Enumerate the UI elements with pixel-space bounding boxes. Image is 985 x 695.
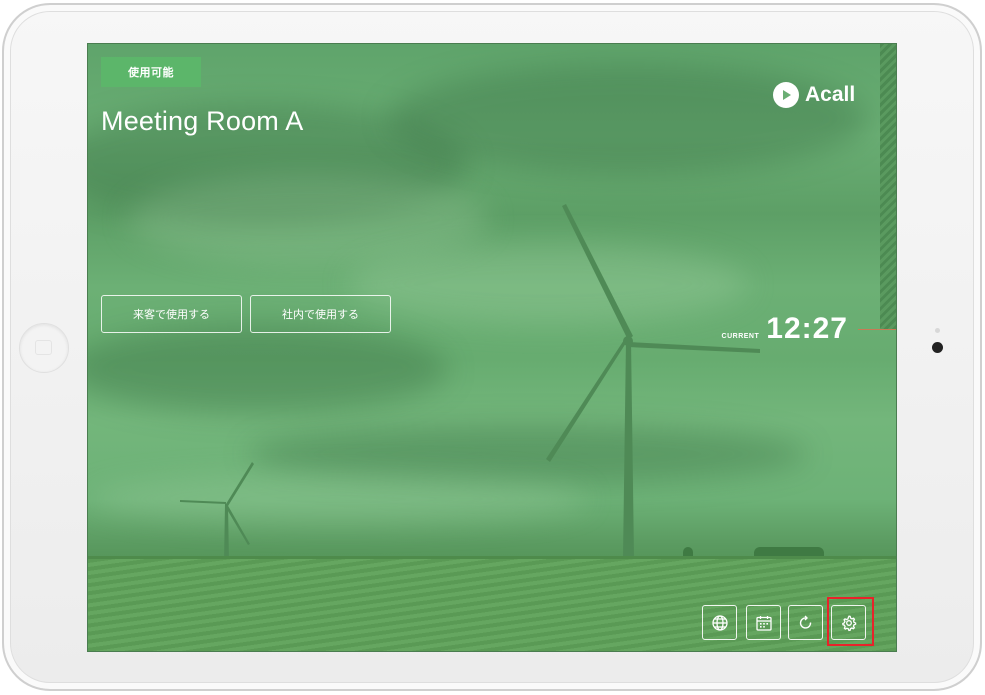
acall-logo: Acall	[773, 82, 855, 108]
brand-name: Acall	[805, 83, 856, 106]
globe-icon	[711, 614, 728, 631]
calendar-button[interactable]	[746, 605, 781, 640]
clock-time: 12:27	[766, 312, 848, 345]
refresh-icon	[799, 615, 811, 629]
camera-icon	[932, 342, 943, 353]
horizon-line	[88, 556, 896, 559]
kiosk-screen: 使用可能 Meeting Room A Acall 来客で使用する 社内で使用す…	[87, 43, 897, 652]
room-name: Meeting Room A	[101, 106, 304, 136]
clock-indicator-line	[858, 329, 896, 330]
refresh-button[interactable]	[788, 605, 823, 640]
status-badge: 使用可能	[101, 57, 201, 87]
use-internally-button[interactable]: 社内で使用する	[250, 295, 391, 333]
play-logo-icon	[773, 82, 799, 108]
settings-button[interactable]	[831, 605, 866, 640]
home-square-icon	[35, 340, 52, 355]
calendar-icon	[755, 615, 772, 631]
current-clock: CURRENT 12:27	[722, 312, 848, 346]
sensor-dot	[935, 328, 940, 333]
gear-icon	[841, 614, 856, 631]
clock-label: CURRENT	[721, 333, 760, 340]
side-stripe	[880, 44, 896, 329]
use-as-guest-button[interactable]: 来客で使用する	[101, 295, 242, 333]
language-button[interactable]	[702, 605, 737, 640]
